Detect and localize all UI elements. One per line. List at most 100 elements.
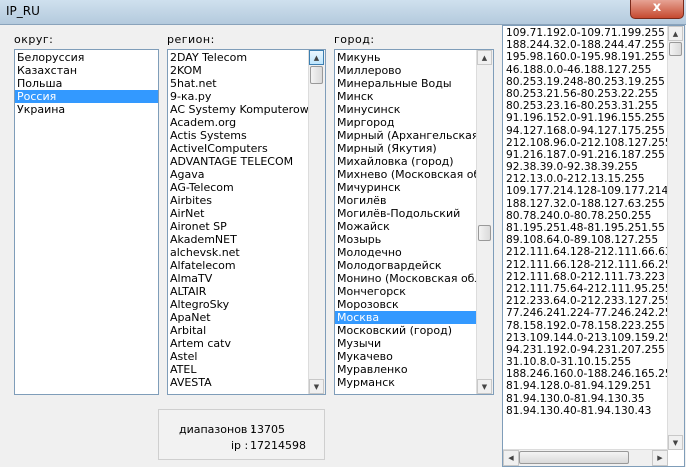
region-list-item[interactable]: Agava: [168, 168, 308, 181]
okrug-list-item[interactable]: Белоруссия: [15, 51, 158, 64]
ip-range-item[interactable]: 212.233.64.0-212.233.127.255: [503, 295, 667, 307]
ip-range-item[interactable]: 109.71.192.0-109.71.199.255: [503, 27, 667, 39]
ip-range-item[interactable]: 109.177.214.128-109.177.214.255: [503, 185, 667, 197]
ip-range-item[interactable]: 213.109.144.0-213.109.159.255: [503, 332, 667, 344]
ip-range-item[interactable]: 91.196.152.0-91.196.155.255: [503, 112, 667, 124]
region-listbox[interactable]: 2DAY Telecom 2KOM 5hat.net 9-ка.ру AC System…: [167, 49, 326, 395]
scroll-thumb[interactable]: [669, 42, 682, 56]
city-listbox[interactable]: Микунь Миллерово Минеральные Воды Минск Мину…: [334, 49, 494, 395]
scroll-down-icon[interactable]: ▼: [668, 435, 683, 450]
city-list-item[interactable]: Музычи: [335, 337, 476, 350]
ip-range-item[interactable]: 80.253.19.248-80.253.19.255: [503, 76, 667, 88]
city-list-item[interactable]: Мирный (Архангельская об: [335, 129, 476, 142]
city-list-item[interactable]: Мирный (Якутия): [335, 142, 476, 155]
ip-range-item[interactable]: 94.231.192.0-94.231.207.255: [503, 344, 667, 356]
ip-range-item[interactable]: 188.246.160.0-188.246.165.255: [503, 368, 667, 380]
ip-range-item[interactable]: 92.38.39.0-92.38.39.255: [503, 161, 667, 173]
region-list-item[interactable]: 2KOM: [168, 64, 308, 77]
ip-range-item[interactable]: 77.246.241.224-77.246.242.255: [503, 307, 667, 319]
okrug-list-item[interactable]: Украина: [15, 103, 158, 116]
close-button[interactable]: x: [630, 0, 684, 19]
scroll-thumb[interactable]: [310, 66, 323, 84]
region-list-item[interactable]: AirNet: [168, 207, 308, 220]
city-list-item[interactable]: Муравленко: [335, 363, 476, 376]
region-list-item[interactable]: AG-Telecom: [168, 181, 308, 194]
horizontal-scroll-thumb[interactable]: [519, 451, 629, 464]
ip-vertical-scrollbar[interactable]: ▲ ▼: [667, 26, 684, 450]
region-list-item[interactable]: 9-ка.ру: [168, 90, 308, 103]
ip-range-item[interactable]: 78.158.192.0-78.158.223.255: [503, 320, 667, 332]
ip-range-item[interactable]: 80.253.23.16-80.253.31.255: [503, 100, 667, 112]
city-list-item[interactable]: Миргород: [335, 116, 476, 129]
region-list-item[interactable]: Alfatelecom: [168, 259, 308, 272]
city-list-item[interactable]: Минусинск: [335, 103, 476, 116]
ip-range-item[interactable]: 212.13.0.0-212.13.15.255: [503, 173, 667, 185]
scroll-left-icon[interactable]: ◀: [503, 450, 519, 466]
region-list-item[interactable]: AlmaTV: [168, 272, 308, 285]
okrug-list-item[interactable]: Россия: [15, 90, 158, 103]
region-list-item[interactable]: ActiveIComputers: [168, 142, 308, 155]
ip-range-item[interactable]: 81.94.130.40-81.94.130.43: [503, 405, 667, 417]
ip-range-item[interactable]: 81.94.130.0-81.94.130.35: [503, 393, 667, 405]
ip-range-item[interactable]: 212.111.75.64-212.111.95.255: [503, 283, 667, 295]
region-list-item[interactable]: ALTAIR: [168, 285, 308, 298]
scroll-thumb[interactable]: [478, 225, 491, 241]
ip-range-item[interactable]: 80.78.240.0-80.78.250.255: [503, 210, 667, 222]
city-list-item[interactable]: Минск: [335, 90, 476, 103]
city-list-item[interactable]: Морозовск: [335, 298, 476, 311]
ip-range-item[interactable]: 212.111.64.128-212.111.66.63: [503, 246, 667, 258]
city-list-item[interactable]: Михнево (Московская обла: [335, 168, 476, 181]
ip-range-item[interactable]: 212.108.96.0-212.108.127.255: [503, 137, 667, 149]
scroll-up-icon[interactable]: ▲: [309, 50, 324, 65]
city-list-item[interactable]: Молодечно: [335, 246, 476, 259]
region-list-item[interactable]: Academ.org: [168, 116, 308, 129]
ip-range-item[interactable]: 188.127.32.0-188.127.63.255: [503, 198, 667, 210]
region-list-item[interactable]: 2DAY Telecom: [168, 51, 308, 64]
city-list-item[interactable]: Монино (Московская облас: [335, 272, 476, 285]
city-list-item[interactable]: Мукачево: [335, 350, 476, 363]
region-list-item[interactable]: ApaNet: [168, 311, 308, 324]
city-list-item[interactable]: Мончегорск: [335, 285, 476, 298]
region-list-item[interactable]: Astel: [168, 350, 308, 363]
ip-range-item[interactable]: 91.216.187.0-91.216.187.255: [503, 149, 667, 161]
city-scrollbar[interactable]: ▲ ▼: [476, 50, 493, 394]
ip-range-item[interactable]: 89.108.64.0-89.108.127.255: [503, 234, 667, 246]
city-list-item[interactable]: Микунь: [335, 51, 476, 64]
ip-range-listbox[interactable]: 109.71.192.0-109.71.199.255 188.244.32.0-…: [502, 25, 685, 467]
title-bar[interactable]: IP_RU x: [0, 0, 686, 25]
region-scrollbar[interactable]: ▲ ▼: [308, 50, 325, 394]
region-list-item[interactable]: AkademNET: [168, 233, 308, 246]
region-list-item[interactable]: Aironet SP: [168, 220, 308, 233]
scroll-up-icon[interactable]: ▲: [668, 26, 683, 41]
region-list-item[interactable]: Actis Systems: [168, 129, 308, 142]
region-list-item[interactable]: AltegroSky: [168, 298, 308, 311]
region-list-item[interactable]: ADVANTAGE TELECOM: [168, 155, 308, 168]
ip-range-item[interactable]: 212.111.66.128-212.111.66.255: [503, 259, 667, 271]
ip-range-item[interactable]: 195.98.160.0-195.98.191.255: [503, 51, 667, 63]
ip-range-item[interactable]: 31.10.8.0-31.10.15.255: [503, 356, 667, 368]
region-list-item[interactable]: alchevsk.net: [168, 246, 308, 259]
city-list-item[interactable]: Москва: [335, 311, 476, 324]
scroll-down-icon[interactable]: ▼: [477, 379, 492, 394]
ip-range-item[interactable]: 212.111.68.0-212.111.73.223: [503, 271, 667, 283]
ip-range-item[interactable]: 80.253.21.56-80.253.22.255: [503, 88, 667, 100]
ip-range-item[interactable]: 81.94.128.0-81.94.129.251: [503, 380, 667, 392]
okrug-list-item[interactable]: Казахстан: [15, 64, 158, 77]
scroll-up-icon[interactable]: ▲: [477, 50, 492, 65]
scroll-down-icon[interactable]: ▼: [309, 379, 324, 394]
region-list-item[interactable]: AVESTA: [168, 376, 308, 389]
region-list-item[interactable]: Arbital: [168, 324, 308, 337]
ip-range-item[interactable]: 46.188.0.0-46.188.127.255: [503, 64, 667, 76]
region-list-item[interactable]: Airbites: [168, 194, 308, 207]
city-list-item[interactable]: Могилёв: [335, 194, 476, 207]
ip-horizontal-scrollbar[interactable]: ◀ ▶: [503, 449, 668, 466]
city-list-item[interactable]: Мичуринск: [335, 181, 476, 194]
city-list-item[interactable]: Можайск: [335, 220, 476, 233]
ip-range-item[interactable]: 94.127.168.0-94.127.175.255: [503, 125, 667, 137]
city-list-item[interactable]: Миллерово: [335, 64, 476, 77]
ip-range-item[interactable]: 188.244.32.0-188.244.47.255: [503, 39, 667, 51]
scroll-right-icon[interactable]: ▶: [652, 450, 668, 466]
city-list-item[interactable]: Мозырь: [335, 233, 476, 246]
region-list-item[interactable]: ATEL: [168, 363, 308, 376]
city-list-item[interactable]: Михайловка (город): [335, 155, 476, 168]
